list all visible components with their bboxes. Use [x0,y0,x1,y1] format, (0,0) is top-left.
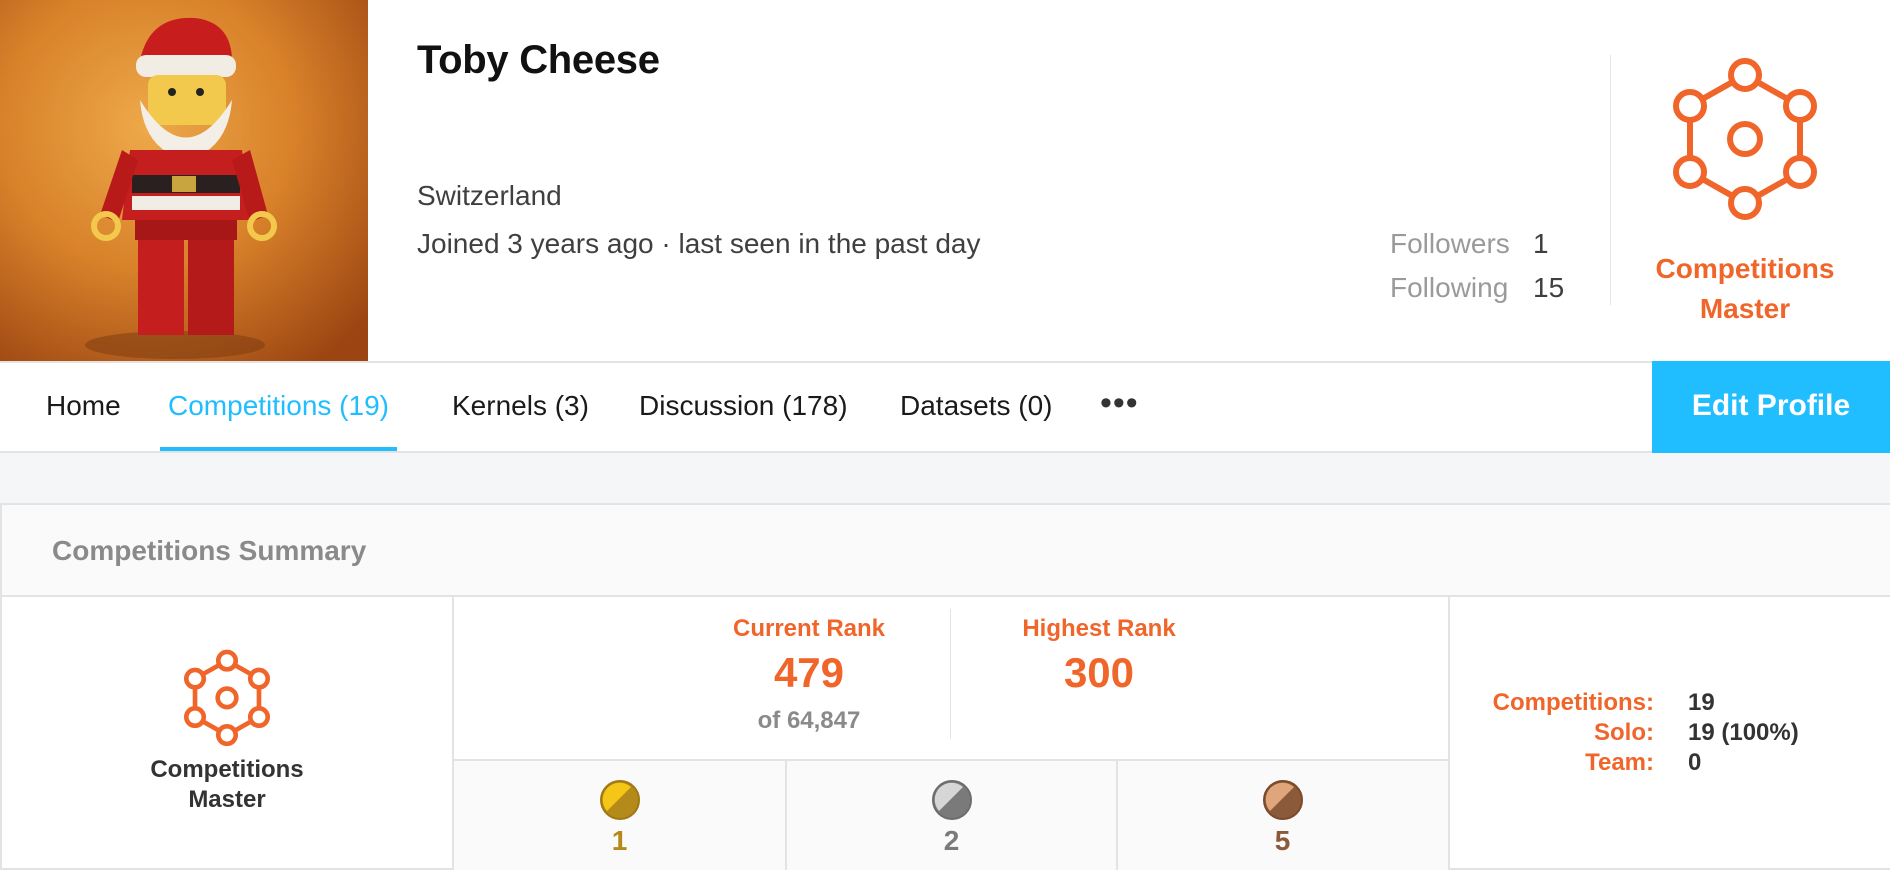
tier-label: Competitions Master [1640,249,1850,329]
profile-nav: Home Competitions (19) Kernels (3) Discu… [0,361,1890,453]
bronze-medal-icon [1262,780,1303,820]
stat-value: 19 (100%) [1688,719,1799,746]
highest-rank: Highest Rank 300 [984,615,1214,697]
avatar[interactable] [0,0,368,361]
gold-medal-count: 1 [611,825,628,856]
tab-datasets[interactable]: Datasets (0) [900,363,1053,451]
highest-rank-value: 300 [1063,649,1135,696]
current-rank: Current Rank 479 of 64,847 [704,615,914,735]
tier-label-line1: Competitions [1655,253,1835,284]
tier-label-line2: Master [1699,293,1791,324]
competitions-master-icon [183,649,271,747]
panel-header: Competitions Summary [2,505,1890,597]
stat-label: Competitions: [1492,689,1654,716]
more-menu-icon[interactable]: ••• [1100,363,1139,451]
medal-counts: 1 2 5 [454,759,1448,870]
tab-kernels[interactable]: Kernels (3) [452,363,589,451]
current-rank-label: Current Rank [732,615,886,642]
following-count: 15 [1533,272,1565,303]
silver-medal-icon [931,780,972,820]
competitions-summary-panel: Competitions Summary Competitions Master… [0,503,1890,870]
rank-divider [950,609,951,739]
gold-medal-cell[interactable]: 1 [454,761,785,870]
santa-minifig-image [0,0,368,361]
followers-label: Followers [1390,228,1510,259]
followers-count: 1 [1533,228,1549,259]
stat-value: 0 [1688,749,1702,776]
silver-medal-cell[interactable]: 2 [785,761,1116,870]
panel-title: Competitions Summary [52,535,367,566]
profile-name: Toby Cheese [417,38,660,82]
content-spacer [0,453,1890,503]
summary-tier-label: Competitions Master [2,755,452,815]
current-rank-value: 479 [773,649,845,696]
following-label: Following [1390,272,1509,303]
summary-tier: Competitions Master [2,597,454,870]
summary-ranks: Current Rank 479 of 64,847 Highest Rank … [454,597,1448,870]
current-rank-total: of 64,847 [757,707,861,734]
highest-rank-label: Highest Rank [1022,615,1176,642]
edit-profile-button[interactable]: Edit Profile [1652,361,1890,453]
summary-stats: Competitions: 19 Solo: 19 (100%) Team: 0 [1448,597,1890,870]
tab-competitions[interactable]: Competitions (19) [160,363,397,451]
followers-row[interactable]: Followers 1 [1390,228,1549,260]
stat-label: Solo: [1594,719,1654,746]
following-row[interactable]: Following 15 [1390,272,1564,304]
bronze-medal-count: 5 [1274,825,1291,856]
summary-tier-line1: Competitions [150,756,304,783]
stat-label: Team: [1585,749,1654,776]
tier-badge: Competitions Master [1640,55,1850,329]
summary-tier-line2: Master [188,786,266,813]
stat-value: 19 [1688,689,1715,716]
competitions-master-icon [1673,58,1817,220]
profile-header: Toby Cheese Switzerland Joined 3 years a… [0,0,1890,361]
profile-joined: Joined 3 years ago · last seen in the pa… [417,228,981,259]
profile-location: Switzerland [417,180,562,211]
bronze-medal-cell[interactable]: 5 [1116,761,1447,870]
silver-medal-count: 2 [943,825,960,856]
tab-discussion[interactable]: Discussion (178) [639,363,848,451]
header-divider [1610,55,1611,305]
gold-medal-icon [599,780,640,820]
tab-home[interactable]: Home [46,363,121,451]
